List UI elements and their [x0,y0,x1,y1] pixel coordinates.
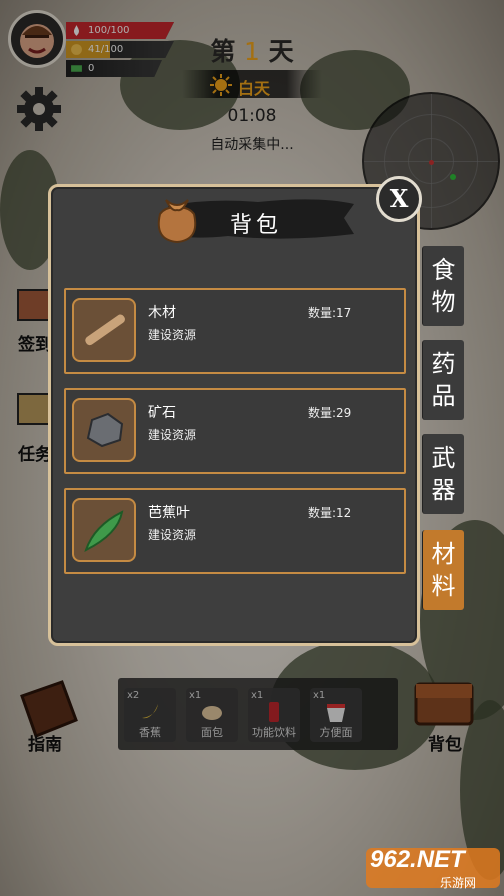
item-name: 木材 [148,305,176,321]
inventory-item-ore[interactable]: 矿石 建设资源 数量:29 [64,388,406,474]
tab-char: 物 [431,288,456,316]
watermark-net: .NET [410,846,465,873]
item-quantity: 数量:17 [308,306,352,320]
item-thumbnail [72,498,136,562]
tab-char: 武 [431,444,456,472]
item-name: 矿石 [148,405,176,421]
bag-sack-icon [157,199,197,244]
modal-title: 背包 [230,213,283,238]
item-description: 建设资源 [148,428,197,442]
tab-medicine[interactable]: 药 品 [422,340,464,420]
item-description: 建设资源 [148,528,197,542]
item-quantity: 数量:12 [308,506,352,520]
inventory-item-banana-leaf[interactable]: 芭蕉叶 建设资源 数量:12 [64,488,406,574]
wood-log-icon [85,314,125,346]
item-description: 建设资源 [148,328,197,342]
tab-char: 药 [431,350,456,378]
tab-char: 食 [431,256,456,284]
watermark-number: 962 [370,846,411,873]
tab-materials[interactable]: 材 料 [422,530,464,610]
watermark-subtitle: 乐游网 [440,876,477,890]
watermark-logo: 962.NET [370,846,465,874]
tab-char: 品 [431,382,456,410]
tab-char: 材 [431,540,456,568]
item-name: 芭蕉叶 [148,505,190,521]
tab-food[interactable]: 食 物 [422,246,464,326]
item-thumbnail [72,398,136,462]
close-button[interactable]: X [376,176,422,222]
item-thumbnail [72,298,136,362]
ore-rock-icon [86,412,124,448]
item-quantity: 数量:29 [308,406,352,420]
inventory-item-wood[interactable]: 木材 建设资源 数量:17 [64,288,406,374]
banana-leaf-icon [84,510,124,552]
tab-char: 器 [431,476,456,504]
tab-weapons[interactable]: 武 器 [422,434,464,514]
tab-char: 料 [431,572,456,600]
